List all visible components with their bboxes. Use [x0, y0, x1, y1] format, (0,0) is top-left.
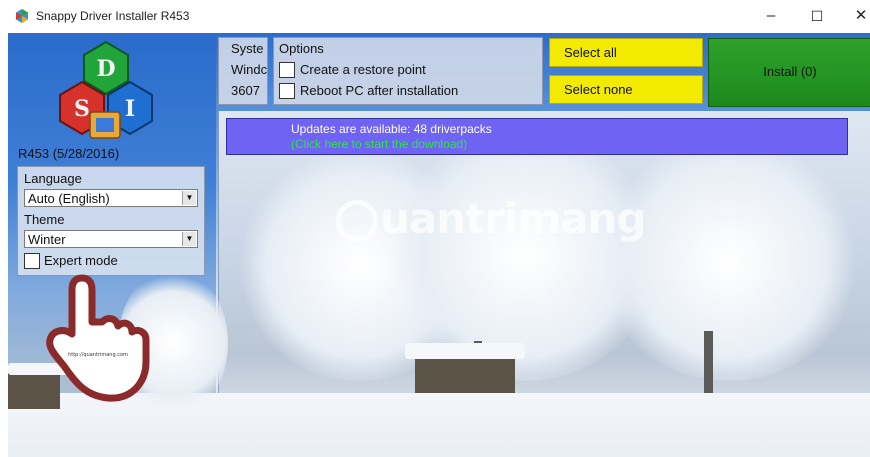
options-header: Options [279, 41, 324, 56]
version-label: R453 (5/28/2016) [18, 146, 120, 161]
logo-letter: I [125, 96, 135, 122]
update-notification[interactable]: Updates are available: 48 driverpacks (C… [226, 118, 848, 155]
language-value: Auto (English) [28, 191, 110, 206]
select-none-button[interactable]: Select none [549, 75, 703, 104]
app-icon [16, 9, 28, 23]
theme-value: Winter [28, 232, 66, 247]
reboot-label[interactable]: Reboot PC after installation [300, 83, 458, 98]
language-select[interactable]: Auto (English) ▼ [24, 189, 198, 207]
window-title: Snappy Driver Installer R453 [36, 9, 190, 23]
theme-select[interactable]: Winter ▼ [24, 230, 198, 248]
update-message: Updates are available: 48 driverpacks [291, 122, 492, 136]
language-label: Language [24, 171, 82, 186]
system-line: 3607 [231, 83, 260, 98]
snow-tree [599, 141, 859, 381]
hand-caption: http://quantrimang.com [68, 352, 128, 358]
expert-mode-checkbox[interactable] [24, 253, 40, 269]
dropdown-arrow-icon[interactable]: ▼ [182, 232, 196, 246]
download-link[interactable]: (Click here to start the download) [291, 137, 467, 151]
theme-label: Theme [24, 212, 65, 227]
settings-panel: Language Auto (English) ▼ Theme Winter ▼… [17, 166, 205, 276]
install-button[interactable]: Install (0) [708, 38, 870, 107]
logo-letter: D [96, 56, 115, 82]
pointing-hand-icon: http://quantrimang.com [46, 274, 150, 402]
dropdown-arrow-icon[interactable]: ▼ [182, 191, 196, 205]
restore-point-label[interactable]: Create a restore point [300, 62, 426, 77]
sdi-logo-icon: D S I [59, 40, 153, 139]
select-all-button[interactable]: Select all [549, 38, 703, 67]
cottage-roof [405, 343, 525, 359]
reboot-checkbox[interactable] [279, 83, 295, 99]
system-line: Syste [231, 41, 264, 56]
system-info-panel: Syste Windc 3607 [218, 37, 268, 105]
options-panel: Options Create a restore point Reboot PC… [273, 37, 543, 105]
watermark: uantrimang [380, 194, 646, 243]
restore-point-checkbox[interactable] [279, 62, 295, 78]
minimize-button[interactable]: – [756, 4, 786, 28]
title-bar: Snappy Driver Installer R453 – ☐ ✕ [0, 0, 870, 32]
lightbulb-icon [336, 200, 378, 242]
system-line: Windc [231, 62, 268, 77]
logo-letter: S [74, 96, 90, 122]
expert-mode-label[interactable]: Expert mode [44, 253, 118, 268]
close-button[interactable]: ✕ [846, 4, 870, 28]
maximize-button[interactable]: ☐ [802, 4, 832, 28]
